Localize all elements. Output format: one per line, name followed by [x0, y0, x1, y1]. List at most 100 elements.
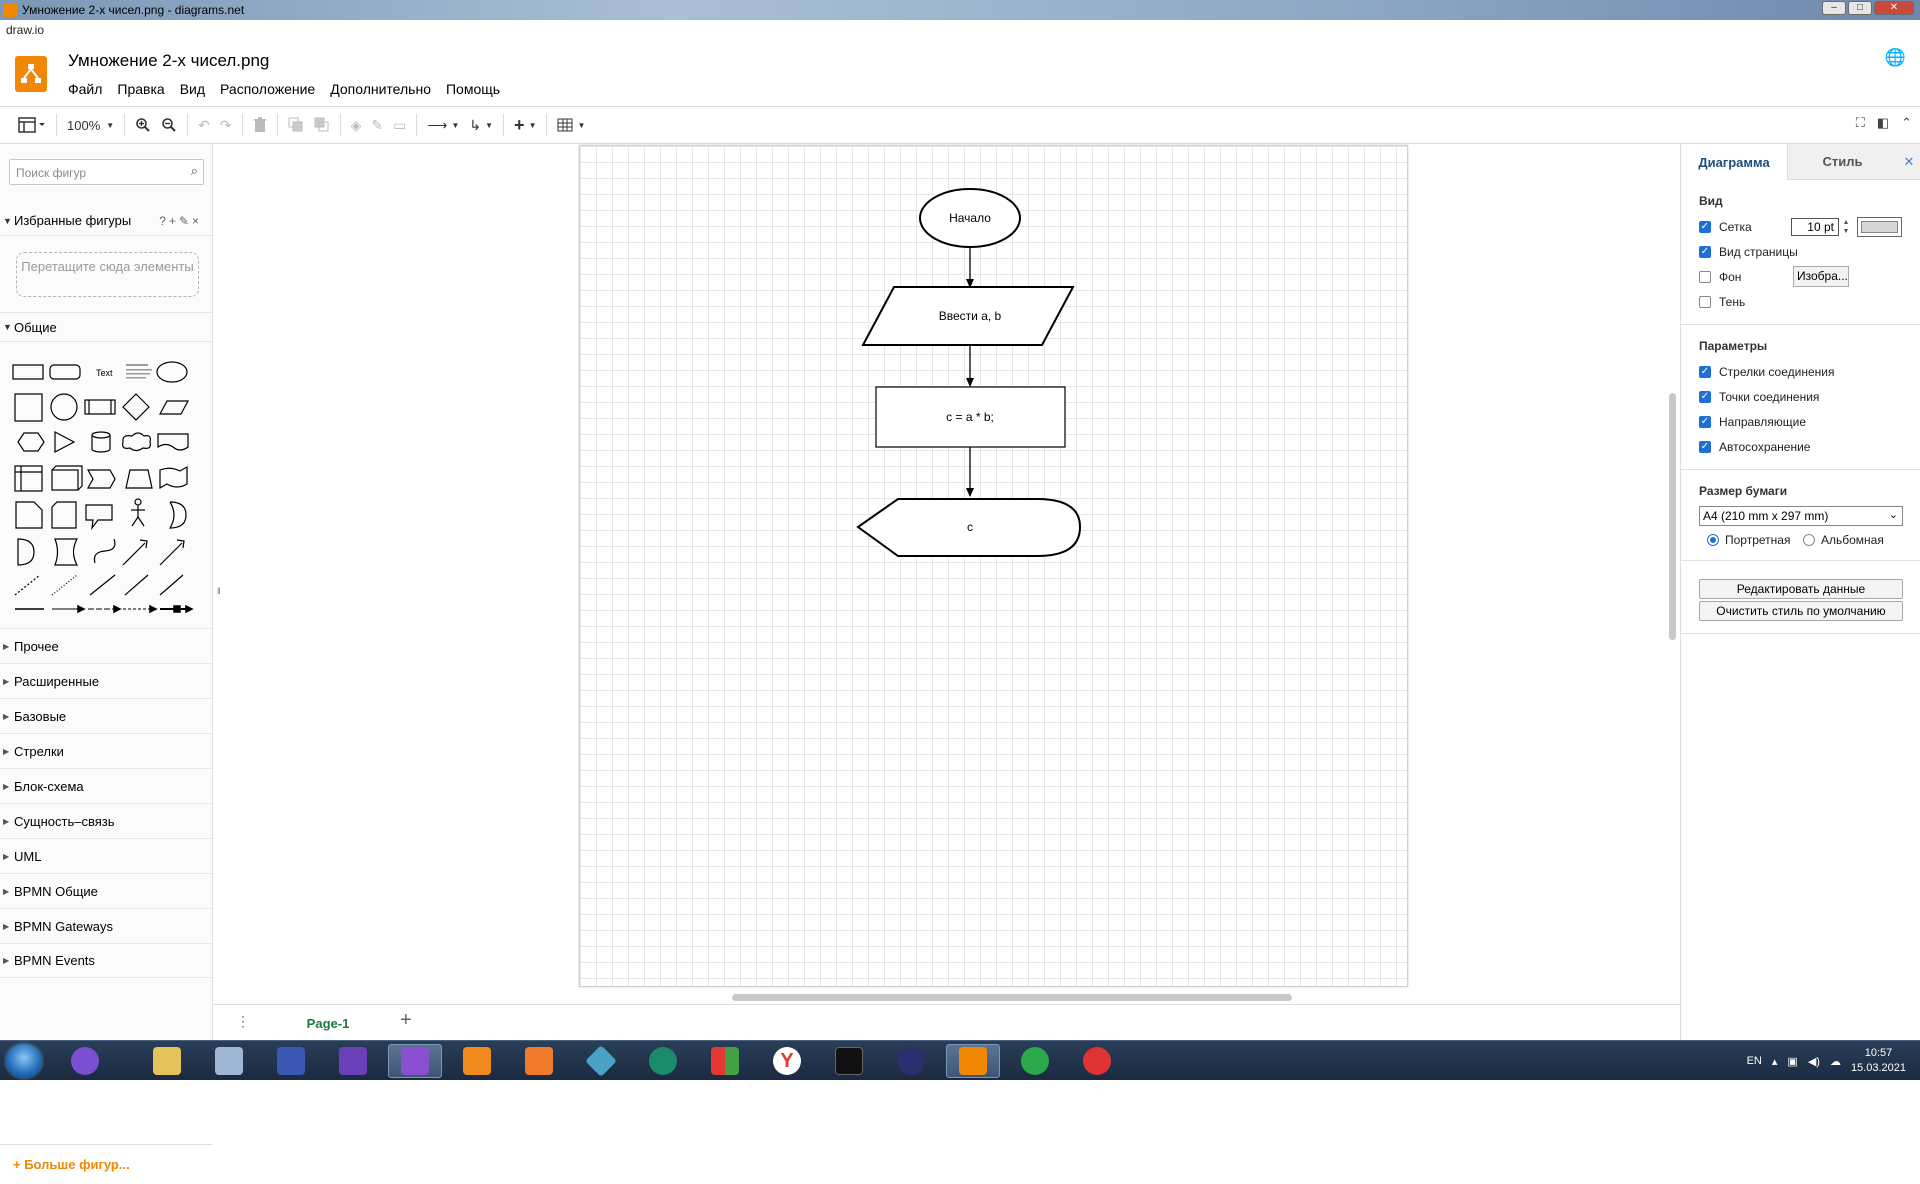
taskbar-app-sublime[interactable]	[450, 1044, 504, 1078]
favorites-tools[interactable]: ?+✎×	[159, 214, 202, 228]
taskbar-app-save[interactable]	[264, 1044, 318, 1078]
taskbar-app-red[interactable]	[1070, 1044, 1124, 1078]
shadow-button[interactable]: ▭	[393, 113, 406, 137]
fill-color-button[interactable]: ◈	[351, 113, 362, 137]
sidebar-section-misc[interactable]: ▶ Прочее	[0, 628, 212, 663]
search-icon[interactable]: ⌕	[191, 163, 198, 179]
connection-arrows-option[interactable]: ✓ Стрелки соединения	[1699, 365, 1834, 379]
taskbar-app-mic[interactable]	[58, 1044, 112, 1078]
language-indicator[interactable]: EN	[1747, 1055, 1762, 1067]
favorites-drop-zone[interactable]: Перетащите сюда элементы	[16, 252, 199, 297]
taskbar-app-green[interactable]	[1008, 1044, 1062, 1078]
sidebar-section-advanced[interactable]: ▶ Расширенные	[0, 663, 212, 698]
tab-style[interactable]: Стиль	[1787, 144, 1897, 180]
paper-size-select[interactable]: A4 (210 mm x 297 mm) ⌄	[1699, 506, 1903, 526]
general-section-header[interactable]: ▼ Общие	[0, 312, 212, 342]
sidebar-section-basic[interactable]: ▶ Базовые	[0, 698, 212, 733]
shadow-option[interactable]: Тень	[1699, 295, 1745, 309]
sidebar-section-arrows[interactable]: ▶ Стрелки	[0, 733, 212, 768]
zoom-select[interactable]: 100% ▼	[67, 113, 114, 137]
menu-view[interactable]: Вид	[180, 81, 205, 97]
globe-icon[interactable]: 🌐	[1885, 48, 1906, 68]
shape-search-input[interactable]: Поиск фигур ⌕	[9, 159, 204, 185]
background-checkbox[interactable]	[1699, 271, 1711, 283]
background-image-button[interactable]: Изобра...	[1793, 266, 1849, 287]
format-panel-icon[interactable]: ◧	[1877, 115, 1889, 131]
more-shapes-button[interactable]: + Больше фигур...	[0, 1144, 212, 1184]
connection-style-button[interactable]: ⟶ ▼	[427, 113, 459, 137]
taskbar-app-yandex[interactable]: Y	[760, 1044, 814, 1078]
sidebar-section-bpmn-general[interactable]: ▶ BPMN Общие	[0, 873, 212, 908]
minimize-button[interactable]: –	[1822, 1, 1846, 15]
menu-edit[interactable]: Правка	[117, 81, 164, 97]
grid-size-input[interactable]: 10 pt	[1791, 218, 1839, 236]
menu-file[interactable]: Файл	[68, 81, 102, 97]
connection-points-checkbox[interactable]: ✓	[1699, 391, 1711, 403]
clear-default-style-button[interactable]: Очистить стиль по умолчанию	[1699, 601, 1903, 621]
close-panel-icon[interactable]: ✕	[1897, 144, 1920, 180]
taskbar-app-drawio[interactable]	[946, 1044, 1000, 1078]
connector-shapes-row[interactable]	[10, 599, 210, 619]
insert-button[interactable]: + ▼	[514, 113, 536, 137]
tray-expand-icon[interactable]: ▴	[1772, 1055, 1778, 1068]
grid-size-spinner[interactable]: ▲ ▼	[1841, 218, 1851, 236]
vertical-scrollbar[interactable]	[1669, 393, 1676, 640]
autosave-checkbox[interactable]: ✓	[1699, 441, 1711, 453]
taskbar-app-eclipse[interactable]	[884, 1044, 938, 1078]
redo-button[interactable]: ↷	[220, 113, 232, 137]
zoom-out-button[interactable]	[161, 113, 177, 137]
to-back-button[interactable]	[314, 113, 330, 137]
delete-button[interactable]	[253, 113, 267, 137]
page-view-checkbox[interactable]: ✓	[1699, 246, 1711, 258]
diagram-page[interactable]: Начало Ввести a, b c = a * b; c	[579, 145, 1408, 987]
grid-checkbox[interactable]: ✓	[1699, 221, 1711, 233]
waypoints-button[interactable]: ↳ ▼	[469, 113, 493, 137]
landscape-radio[interactable]	[1803, 534, 1815, 546]
sidebar-section-uml[interactable]: ▶ UML	[0, 838, 212, 873]
taskbar-app-vs-active[interactable]	[388, 1044, 442, 1078]
table-button[interactable]: ▼	[557, 113, 585, 137]
favorites-section-header[interactable]: ▼ Избранные фигуры ?+✎×	[0, 206, 212, 236]
sidebar-section-er[interactable]: ▶ Сущность–связь	[0, 803, 212, 838]
taskbar-app-grid[interactable]	[698, 1044, 752, 1078]
to-front-button[interactable]	[288, 113, 304, 137]
sidebar-resize-handle[interactable]: ‖	[217, 586, 221, 596]
shadow-checkbox[interactable]	[1699, 296, 1711, 308]
background-option[interactable]: Фон	[1699, 270, 1741, 284]
guides-option[interactable]: ✓ Направляющие	[1699, 415, 1806, 429]
taskbar-app-diamond[interactable]	[574, 1044, 628, 1078]
fullscreen-icon[interactable]: ⛶	[1856, 115, 1865, 131]
autosave-option[interactable]: ✓ Автосохранение	[1699, 440, 1810, 454]
pages-menu-icon[interactable]: ⋮	[236, 1013, 250, 1030]
taskbar-app-orange[interactable]	[512, 1044, 566, 1078]
grid-color-picker[interactable]	[1857, 217, 1902, 237]
start-button[interactable]	[6, 1044, 42, 1078]
undo-button[interactable]: ↶	[198, 113, 210, 137]
connection-arrows-checkbox[interactable]: ✓	[1699, 366, 1711, 378]
taskbar-app-calculator[interactable]	[202, 1044, 256, 1078]
network-icon[interactable]: ▣	[1787, 1055, 1797, 1068]
add-page-icon[interactable]: +	[400, 1009, 412, 1032]
document-title[interactable]: Умножение 2-х чисел.png	[68, 51, 269, 71]
portrait-radio[interactable]	[1707, 534, 1719, 546]
taskbar-app-circle[interactable]	[636, 1044, 690, 1078]
general-shapes-palette[interactable]: Text	[10, 354, 210, 604]
sidebar-section-bpmn-gateways[interactable]: ▶ BPMN Gateways	[0, 908, 212, 943]
line-color-button[interactable]: ✎	[371, 113, 383, 137]
menu-extras[interactable]: Дополнительно	[330, 81, 431, 97]
diagram-canvas[interactable]: Начало Ввести a, b c = a * b; c ‖	[214, 144, 1680, 1040]
taskbar-app-explorer[interactable]	[140, 1044, 194, 1078]
tab-diagram[interactable]: Диаграмма	[1681, 144, 1787, 180]
connection-points-option[interactable]: ✓ Точки соединения	[1699, 390, 1819, 404]
sidebar-section-flowchart[interactable]: ▶ Блок-схема	[0, 768, 212, 803]
portrait-option[interactable]: Портретная	[1707, 533, 1790, 547]
horizontal-scrollbar[interactable]	[732, 994, 1292, 1001]
cloud-icon[interactable]: ☁	[1830, 1055, 1841, 1068]
grid-option[interactable]: ✓ Сетка	[1699, 220, 1752, 234]
edit-data-button[interactable]: Редактировать данные	[1699, 579, 1903, 599]
clock[interactable]: 10:57 15.03.2021	[1851, 1046, 1906, 1076]
volume-icon[interactable]: ◀)	[1808, 1055, 1820, 1068]
tab-page-1[interactable]: Page-1	[263, 1005, 393, 1041]
close-window-button[interactable]: ✕	[1874, 1, 1914, 15]
guides-checkbox[interactable]: ✓	[1699, 416, 1711, 428]
